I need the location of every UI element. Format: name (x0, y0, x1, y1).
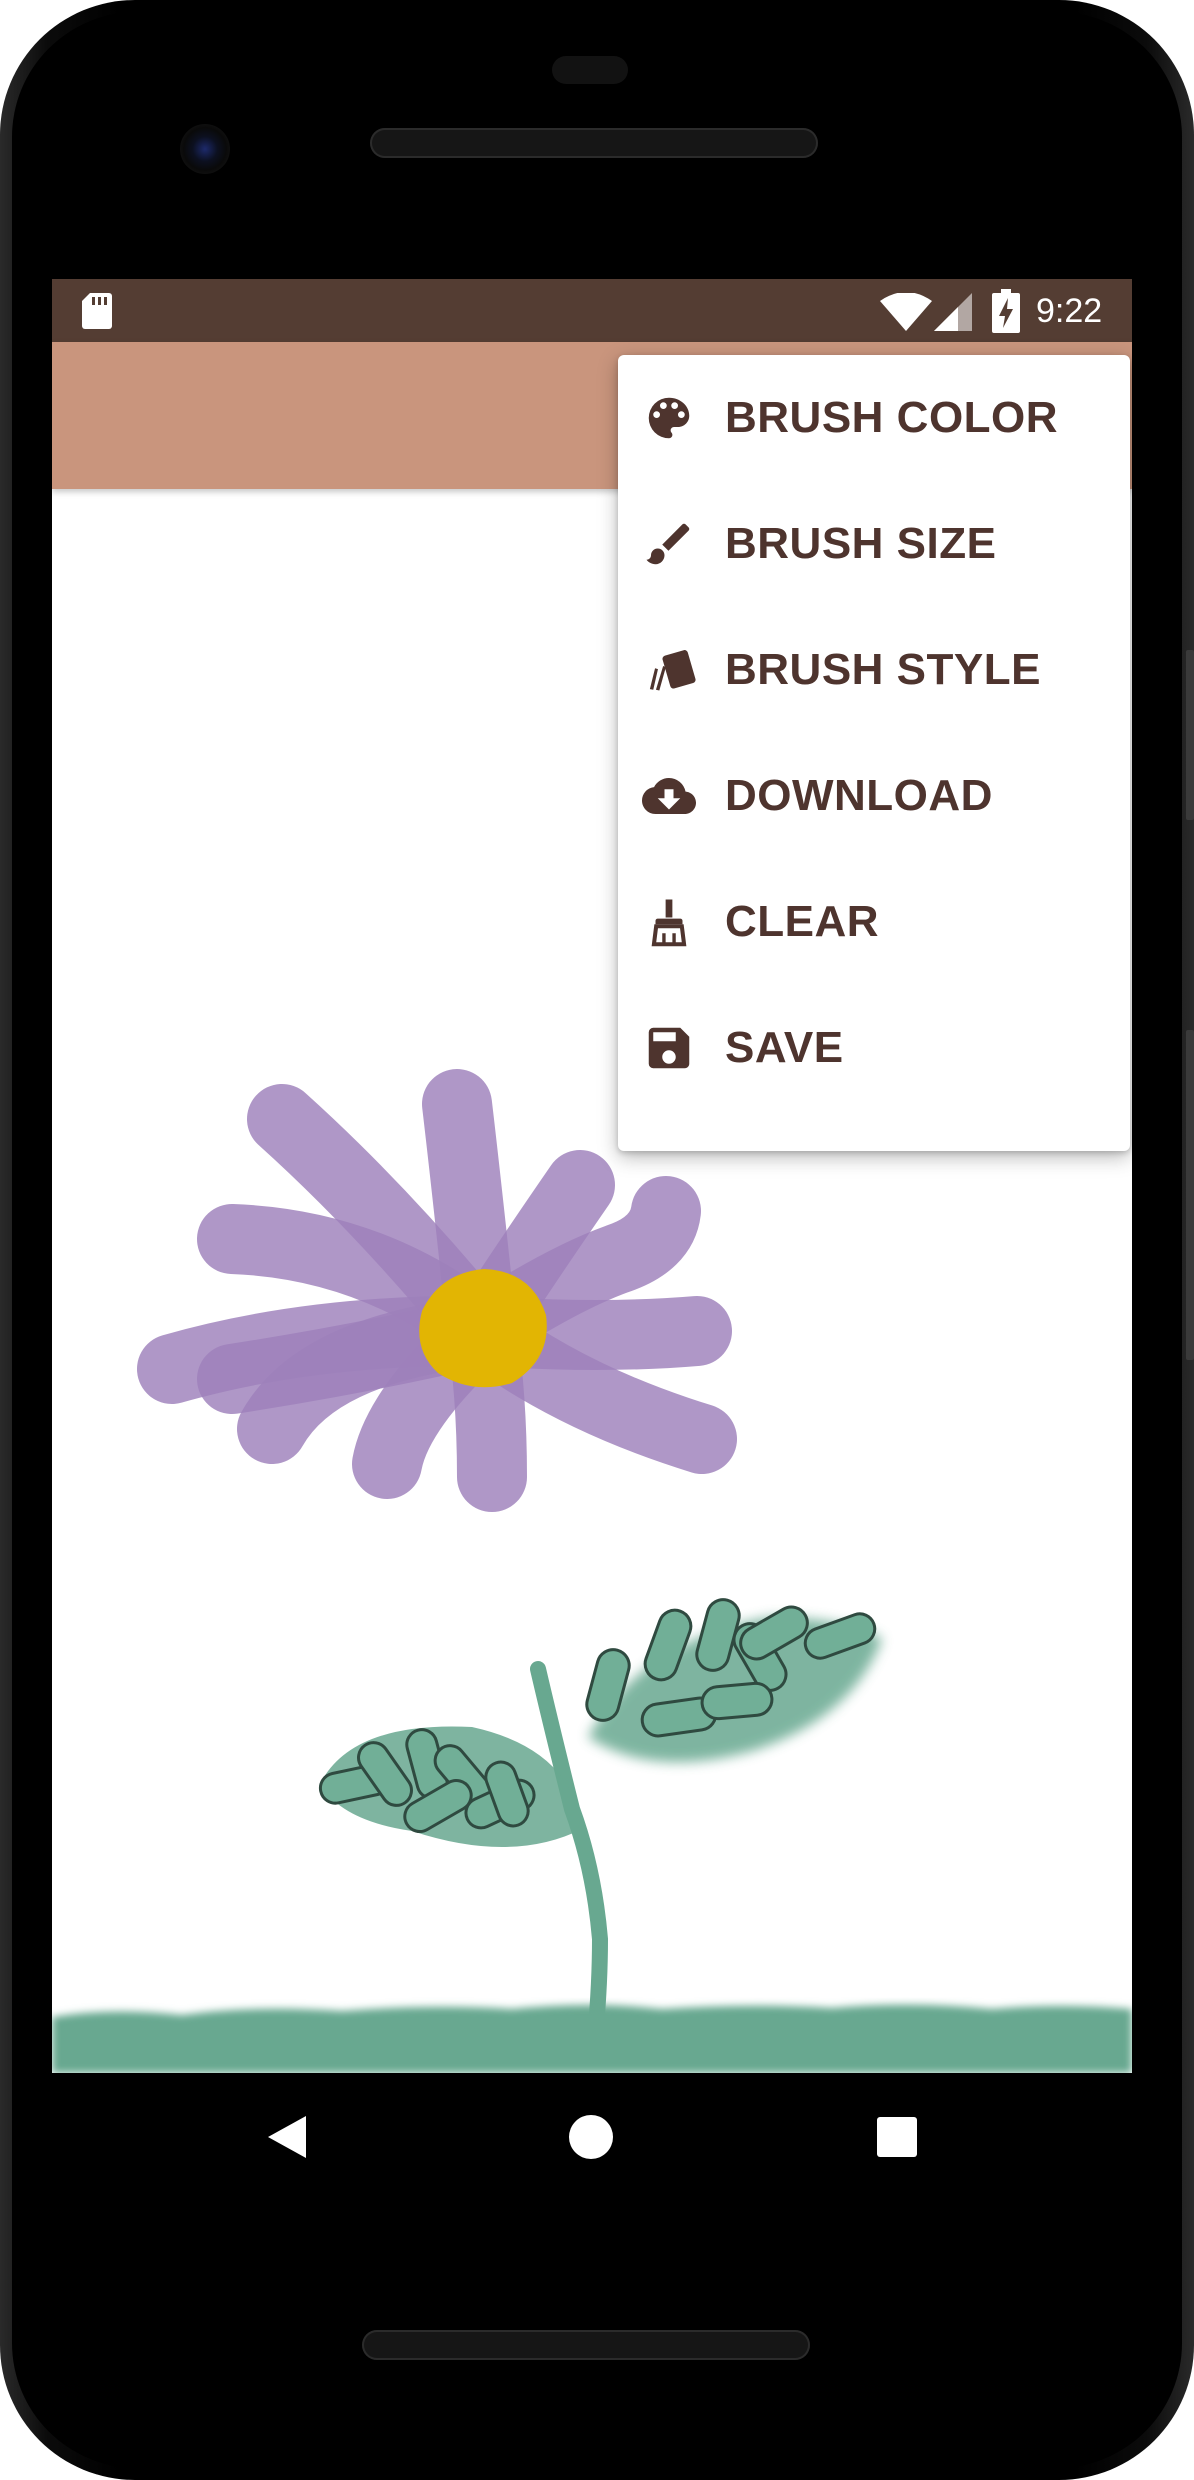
overflow-menu: BRUSH COLOR BRUSH SIZE BRUSH STYLE DOWNL… (618, 355, 1130, 1151)
menu-item-label: BRUSH COLOR (725, 393, 1059, 442)
menu-item-download[interactable]: DOWNLOAD (618, 733, 1130, 859)
home-icon[interactable] (568, 2114, 614, 2160)
status-clock: 9:22 (1036, 292, 1103, 330)
bottom-speaker (362, 2330, 810, 2360)
leaf-right (585, 1598, 882, 1763)
menu-item-label: BRUSH STYLE (725, 645, 1041, 694)
battery-charging-icon (992, 289, 1020, 333)
menu-item-label: BRUSH SIZE (725, 519, 997, 568)
power-button (1186, 1030, 1194, 1360)
back-icon[interactable] (266, 2114, 308, 2160)
menu-item-clear[interactable]: CLEAR (618, 859, 1130, 985)
status-bar: 9:22 (52, 279, 1132, 342)
swatches-icon (649, 650, 696, 691)
front-camera (180, 124, 230, 174)
menu-item-brush-size[interactable]: BRUSH SIZE (618, 481, 1130, 607)
menu-item-brush-color[interactable]: BRUSH COLOR (618, 355, 1130, 481)
broom-icon (651, 899, 687, 947)
cell-signal-icon (934, 293, 972, 331)
earpiece-slot (552, 56, 628, 84)
screen: 9:22 BRUSH COLOR BRUSH SIZE BRUSH STYLE … (52, 279, 1132, 2073)
brush-icon (646, 523, 690, 565)
wifi-icon (880, 293, 932, 331)
stem-stroke (530, 1661, 609, 2057)
leaf-left (318, 1726, 582, 1848)
menu-item-save[interactable]: SAVE (618, 985, 1130, 1111)
recents-icon[interactable] (876, 2116, 918, 2158)
palette-icon (648, 397, 690, 439)
menu-item-label: SAVE (725, 1023, 844, 1072)
save-icon (648, 1027, 690, 1069)
cloud-download-icon (642, 778, 696, 814)
menu-item-label: DOWNLOAD (725, 771, 993, 820)
sd-card-icon (82, 293, 112, 329)
menu-item-label: CLEAR (725, 897, 880, 946)
top-speaker (370, 128, 818, 158)
menu-item-brush-style[interactable]: BRUSH STYLE (618, 607, 1130, 733)
volume-button (1186, 650, 1194, 820)
